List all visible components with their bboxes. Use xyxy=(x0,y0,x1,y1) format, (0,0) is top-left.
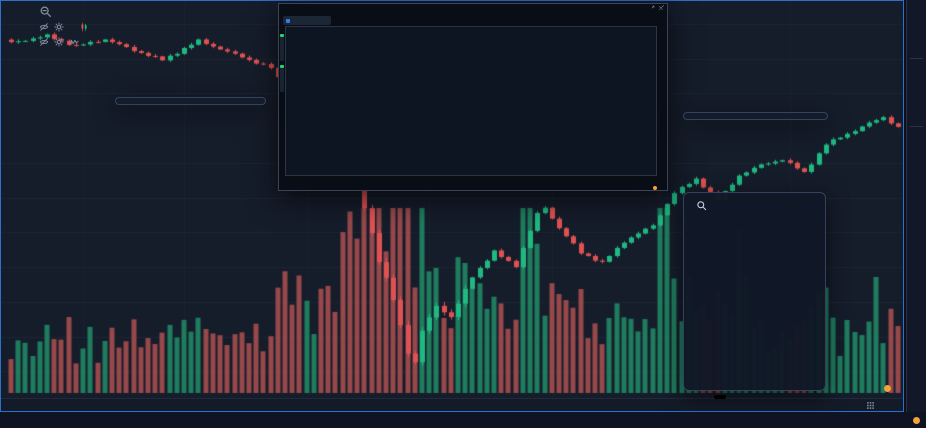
status-alert-dot[interactable] xyxy=(913,417,920,424)
popup-chart xyxy=(285,26,657,176)
save-tooltip xyxy=(714,395,726,399)
popup-tab[interactable] xyxy=(283,16,331,25)
right-sidebar xyxy=(906,0,926,412)
layout-menu xyxy=(683,112,828,120)
gear-icon[interactable] xyxy=(54,37,64,47)
alert-dot[interactable] xyxy=(884,385,891,392)
chart-legend xyxy=(39,4,124,49)
saved-charts-panel xyxy=(683,192,826,391)
eye-off-icon[interactable] xyxy=(39,37,49,47)
chart-context-menu xyxy=(115,97,266,105)
popup-side-tab[interactable] xyxy=(280,68,284,92)
wave-icon xyxy=(69,37,79,47)
zoom-out-icon[interactable] xyxy=(39,5,52,18)
saved-charts-search xyxy=(684,193,825,217)
popup-toolbar xyxy=(285,184,657,192)
search-icon xyxy=(696,200,707,211)
gear-icon[interactable] xyxy=(54,22,64,32)
popup-alert-dot xyxy=(653,186,657,190)
timeframe-toolbar xyxy=(1,398,904,412)
trading-app xyxy=(0,0,926,428)
share-chart-popup xyxy=(278,3,668,191)
maximize-icon[interactable] xyxy=(649,5,655,11)
grid-icon[interactable] xyxy=(866,401,875,410)
close-icon[interactable] xyxy=(658,5,664,11)
tab-bullet-icon xyxy=(286,19,290,23)
popup-chart-canvas[interactable] xyxy=(286,27,656,175)
candle-icon xyxy=(79,22,89,32)
popup-side-tab[interactable] xyxy=(280,37,284,61)
status-bar xyxy=(0,412,926,428)
search-input[interactable] xyxy=(715,199,819,212)
eye-off-icon[interactable] xyxy=(39,22,49,32)
